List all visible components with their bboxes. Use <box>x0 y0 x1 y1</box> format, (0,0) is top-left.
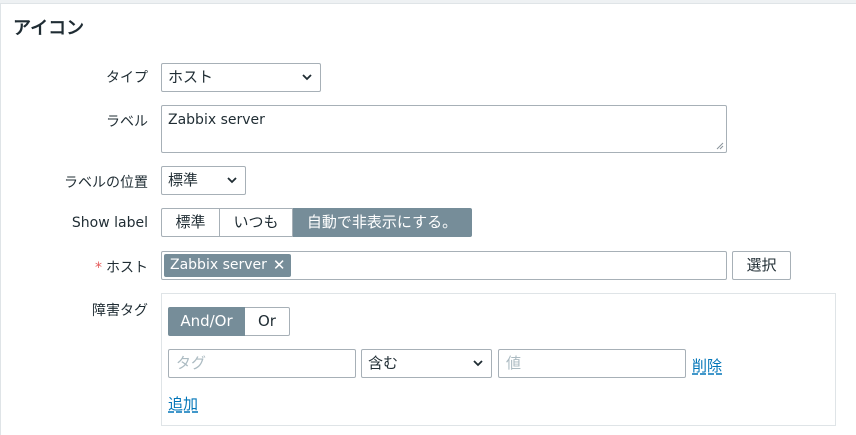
add-tag-link[interactable]: 追加 <box>168 393 198 414</box>
required-marker: * <box>95 260 102 276</box>
host-label-text: ホスト <box>106 260 148 276</box>
tag-operator-value: 含む <box>368 354 399 372</box>
chevron-down-icon <box>473 360 483 367</box>
show-label-option-standard[interactable]: 標準 <box>161 208 220 237</box>
label-textarea[interactable]: Zabbix server <box>161 105 727 153</box>
host-chip: Zabbix server ✕ <box>164 254 292 277</box>
label-field-label: ラベル <box>106 114 148 130</box>
type-select[interactable]: ホスト <box>161 63 321 92</box>
type-select-value: ホスト <box>168 68 214 86</box>
remove-tag-link[interactable]: 削除 <box>692 355 722 376</box>
tag-value-input[interactable]: 値 <box>498 349 686 378</box>
close-icon[interactable]: ✕ <box>273 254 286 277</box>
label-position-value: 標準 <box>168 171 199 189</box>
top-border <box>0 0 856 4</box>
problem-tags-label: 障害タグ <box>92 303 148 319</box>
label-position-label: ラベルの位置 <box>64 175 148 191</box>
type-label: タイプ <box>106 70 148 86</box>
label-textarea-value: Zabbix server <box>168 112 265 128</box>
eval-option-or[interactable]: Or <box>245 307 290 336</box>
host-chip-label: Zabbix server <box>170 257 267 273</box>
tag-name-input[interactable]: タグ <box>168 349 356 378</box>
chevron-down-icon <box>227 177 237 184</box>
panel-left-border <box>0 4 1 435</box>
show-label-segmented: 標準 いつも 自動で非表示にする。 <box>161 208 472 237</box>
resize-grip-icon[interactable] <box>716 142 724 150</box>
host-multiselect[interactable]: Zabbix server ✕ <box>161 251 727 280</box>
show-label-option-always[interactable]: いつも <box>220 208 293 237</box>
host-label: * ホスト <box>95 257 148 277</box>
show-label-option-auto-hide[interactable]: 自動で非表示にする。 <box>293 208 472 237</box>
tag-operator-select[interactable]: 含む <box>361 349 492 378</box>
section-title: アイコン <box>13 18 85 39</box>
eval-option-and-or[interactable]: And/Or <box>168 307 245 336</box>
select-host-button[interactable]: 選択 <box>732 251 791 280</box>
label-position-select[interactable]: 標準 <box>161 166 246 195</box>
show-label-label: Show label <box>71 215 148 231</box>
chevron-down-icon <box>302 74 312 81</box>
tags-eval-segmented: And/Or Or <box>168 307 290 336</box>
